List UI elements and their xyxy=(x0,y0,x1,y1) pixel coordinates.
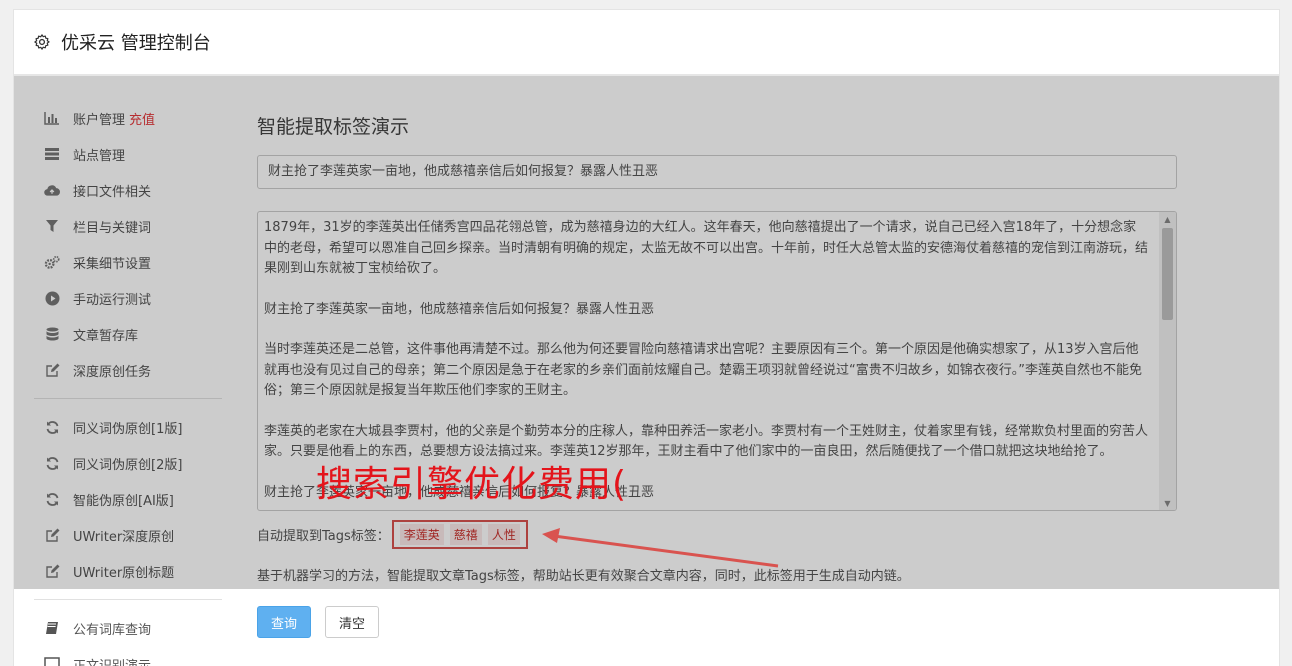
sidebar-item-label: UWriter原创标题 xyxy=(73,565,175,581)
sidebar-item-label: 手动运行测试 xyxy=(73,292,152,308)
sidebar-item-label: 正文识别演示 xyxy=(73,658,152,666)
page-title: 优采云 管理控制台 xyxy=(61,33,211,54)
cogs-icon xyxy=(44,254,60,270)
article-title-input[interactable]: 财主抢了李莲英家一亩地，他成慈禧亲信后如何报复？暴露人性丑恶 xyxy=(257,155,1177,189)
sidebar-item-ai-original[interactable]: 智能伪原创[AI版] xyxy=(34,481,224,517)
sidebar-item-label: UWriter深度原创 xyxy=(73,529,175,545)
server-icon xyxy=(44,146,60,162)
sidebar-item-label: 同义词伪原创[1版] xyxy=(73,421,183,437)
tags-highlight-box: 李莲英 慈禧 人性 xyxy=(391,520,528,549)
sidebar-divider xyxy=(34,398,222,399)
play-circle-icon xyxy=(44,290,60,306)
sidebar-item-label: 同义词伪原创[2版] xyxy=(73,457,183,473)
clear-button[interactable]: 清空 xyxy=(325,606,379,638)
sidebar-item-public-lexicon[interactable]: 公有词库查询 xyxy=(34,610,224,646)
sidebar-item-label: 深度原创任务 xyxy=(73,364,152,380)
tag-chip[interactable]: 人性 xyxy=(487,524,520,545)
scroll-up-icon[interactable]: ▲ xyxy=(1159,212,1176,226)
sidebar-item-label: 栏目与关键词 xyxy=(73,220,152,236)
sidebar-item-label: 智能伪原创[AI版] xyxy=(73,493,174,509)
sidebar: 账户管理 充值 站点管理 接口文件相关 栏目与关键词 采集细节设置 手动运行测试… xyxy=(34,100,224,666)
refresh-icon xyxy=(44,455,60,471)
article-paragraph: 1879年，31岁的李莲英出任储秀宫四品花翎总管，成为慈禧身边的大红人。这年春天… xyxy=(264,220,1149,276)
bar-chart-icon xyxy=(44,110,60,126)
annotation-arrow-icon xyxy=(542,528,779,568)
sidebar-item-label: 站点管理 xyxy=(73,148,126,164)
monitor-icon xyxy=(44,656,60,666)
refresh-icon xyxy=(44,419,60,435)
article-paragraph: 当时李莲英还是二总管，这件事他再清楚不过。那么他为何还要冒险向慈禧请求出宫呢？主… xyxy=(264,342,1142,398)
cloud-upload-icon xyxy=(44,182,60,198)
textarea-scrollbar[interactable]: ▲ ▼ xyxy=(1159,212,1176,510)
sidebar-item-account[interactable]: 账户管理 充值 xyxy=(34,100,224,136)
scroll-down-icon[interactable]: ▼ xyxy=(1159,496,1176,510)
sidebar-item-sites[interactable]: 站点管理 xyxy=(34,136,224,172)
watermark-text: 搜索引擎优化费用( xyxy=(316,464,628,505)
sidebar-item-interface[interactable]: 接口文件相关 xyxy=(34,172,224,208)
sidebar-item-manual-run[interactable]: 手动运行测试 xyxy=(34,280,224,316)
sidebar-item-text-recognition[interactable]: 正文识别演示 xyxy=(34,646,224,666)
recharge-link[interactable]: 充值 xyxy=(129,109,155,128)
sidebar-item-synonym-v1[interactable]: 同义词伪原创[1版] xyxy=(34,409,224,445)
sidebar-item-label: 文章暂存库 xyxy=(73,328,139,344)
scrollbar-thumb[interactable] xyxy=(1162,228,1173,320)
refresh-icon xyxy=(44,491,60,507)
article-paragraph: 财主抢了李莲英家一亩地，他成慈禧亲信后如何报复？暴露人性丑恶 xyxy=(264,301,655,317)
query-button[interactable]: 查询 xyxy=(257,606,311,638)
action-buttons: 查询 清空 xyxy=(257,606,1177,638)
filter-icon xyxy=(44,218,60,234)
sidebar-item-label: 账户管理 xyxy=(73,112,126,128)
edit-icon xyxy=(44,563,60,579)
sidebar-item-collect-settings[interactable]: 采集细节设置 xyxy=(34,244,224,280)
sidebar-item-label: 接口文件相关 xyxy=(73,184,152,200)
sidebar-divider xyxy=(34,599,222,600)
book-icon xyxy=(44,620,60,636)
sidebar-item-uwriter-deep[interactable]: UWriter深度原创 xyxy=(34,517,224,553)
database-icon xyxy=(44,326,60,342)
sidebar-item-article-store[interactable]: 文章暂存库 xyxy=(34,316,224,352)
gear-icon xyxy=(34,34,50,50)
section-title: 智能提取标签演示 xyxy=(257,116,410,138)
sidebar-item-label: 公有词库查询 xyxy=(73,622,152,638)
edit-icon xyxy=(44,527,60,543)
edit-icon xyxy=(44,362,60,378)
tags-label: 自动提取到Tags标签： xyxy=(257,529,390,544)
header: 优采云 管理控制台 xyxy=(14,10,1279,76)
sidebar-item-deep-original[interactable]: 深度原创任务 xyxy=(34,352,224,388)
tag-chip[interactable]: 李莲英 xyxy=(399,524,444,545)
sidebar-item-label: 采集细节设置 xyxy=(73,256,152,272)
sidebar-item-synonym-v2[interactable]: 同义词伪原创[2版] xyxy=(34,445,224,481)
sidebar-item-uwriter-title[interactable]: UWriter原创标题 xyxy=(34,553,224,589)
sidebar-item-columns[interactable]: 栏目与关键词 xyxy=(34,208,224,244)
tag-chip[interactable]: 慈禧 xyxy=(449,524,482,545)
